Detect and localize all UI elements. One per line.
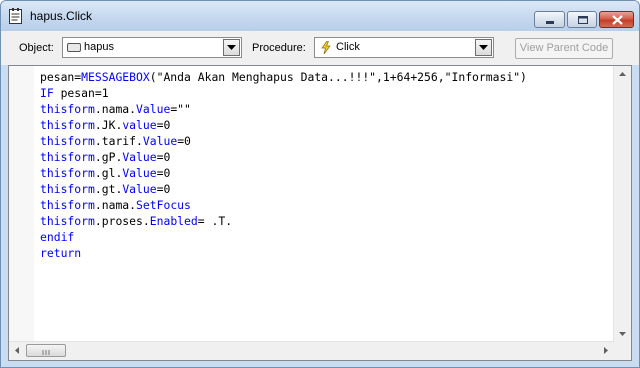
lightning-icon [321,41,331,54]
code-token: =0 [156,166,171,180]
scroll-right-icon[interactable] [597,342,614,359]
code-token: .nama. [94,102,137,116]
code-line[interactable]: pesan=MESSAGEBOX("Anda Akan Menghapus Da… [40,69,527,85]
code-keyword: Value [122,182,157,196]
code-line[interactable]: IF pesan=1 [40,85,527,101]
code-keyword: SetFocus [136,198,191,212]
code-line[interactable]: thisform.gt.Value=0 [40,181,527,197]
vertical-scrollbar[interactable] [613,66,631,342]
object-dropdown-button[interactable] [223,39,240,56]
code-keyword: thisform [40,118,95,132]
code-token: .JK. [94,118,123,132]
minimize-button[interactable] [534,11,565,28]
maximize-button[interactable] [567,11,597,28]
procedure-value: Click [336,41,360,53]
code-line[interactable]: thisform.gl.Value=0 [40,165,527,181]
toolbar: Object: hapus Procedure: Click View Pare… [1,31,639,65]
horizontal-scroll-thumb[interactable] [26,344,66,357]
close-button[interactable] [599,11,634,28]
code-line[interactable]: endif [40,229,527,245]
scrollbar-corner [614,342,631,360]
code-token: =0 [177,134,191,148]
code-keyword: thisform [40,150,95,164]
procedure-select[interactable]: Click [314,37,494,58]
object-select[interactable]: hapus [62,37,242,58]
code-token: .proses. [94,214,150,228]
code-keyword: return [40,246,82,260]
code-token: =0 [156,150,171,164]
code-window: hapus.Click Object: hapus Procedure: Cli… [0,0,640,368]
code-keyword: thisform [40,198,95,212]
code-token: .gl. [94,166,123,180]
code-line[interactable]: thisform.gP.Value=0 [40,149,527,165]
minimize-icon [546,21,554,24]
code-keyword: thisform [40,102,95,116]
code-editor[interactable]: pesan=MESSAGEBOX("Anda Akan Menghapus Da… [8,65,632,361]
code-token: pesan= [40,70,82,84]
object-value: hapus [84,41,114,53]
chevron-down-icon [479,45,488,50]
title-bar[interactable]: hapus.Click [1,1,639,31]
code-line[interactable]: thisform.nama.SetFocus [40,197,527,213]
code-token: =0 [156,118,171,132]
code-token: .tarif. [94,134,143,148]
code-token: pesan=1 [53,86,109,100]
code-line[interactable]: return [40,245,527,261]
code-keyword: thisform [40,134,95,148]
code-token: .gP. [94,150,123,164]
maximize-icon [578,16,588,24]
code-keyword: Value [122,166,157,180]
code-text[interactable]: pesan=MESSAGEBOX("Anda Akan Menghapus Da… [40,69,527,261]
scroll-up-icon[interactable] [614,66,631,83]
code-keyword: thisform [40,182,95,196]
code-line[interactable]: thisform.nama.Value="" [40,101,527,117]
code-token: ("Anda Akan Menghapus Data...!!!",1+64+2… [149,70,527,84]
button-icon [67,43,81,52]
code-token: =0 [156,182,171,196]
selection-margin[interactable] [9,66,34,342]
code-token: ="" [170,102,191,116]
view-parent-code-button[interactable]: View Parent Code [515,38,613,59]
code-keyword: thisform [40,214,95,228]
scroll-down-icon[interactable] [614,325,631,342]
code-window-icon [9,8,22,24]
object-label: Object: [19,42,54,54]
code-keyword: endif [40,230,75,244]
code-token: .gt. [94,182,123,196]
code-keyword: Value [122,150,157,164]
code-line[interactable]: thisform.JK.value=0 [40,117,527,133]
scroll-left-icon[interactable] [9,342,26,359]
code-keyword: thisform [40,166,95,180]
code-line[interactable]: thisform.proses.Enabled= .T. [40,213,527,229]
code-keyword: Value [142,134,178,148]
window-title: hapus.Click [30,9,93,23]
chevron-down-icon [227,45,236,50]
code-keyword: Enabled [149,214,198,228]
code-token: = .T. [197,214,233,228]
horizontal-scrollbar[interactable] [9,341,614,360]
procedure-dropdown-button[interactable] [475,39,492,56]
code-keyword: MESSAGEBOX [81,70,150,84]
grip-icon [42,350,50,355]
close-icon [612,15,623,25]
code-token: .nama. [94,198,137,212]
code-keyword: value [122,118,157,132]
procedure-label: Procedure: [252,42,306,54]
code-line[interactable]: thisform.tarif.Value=0 [40,133,527,149]
code-keyword: IF [40,86,54,100]
code-keyword: Value [136,102,171,116]
